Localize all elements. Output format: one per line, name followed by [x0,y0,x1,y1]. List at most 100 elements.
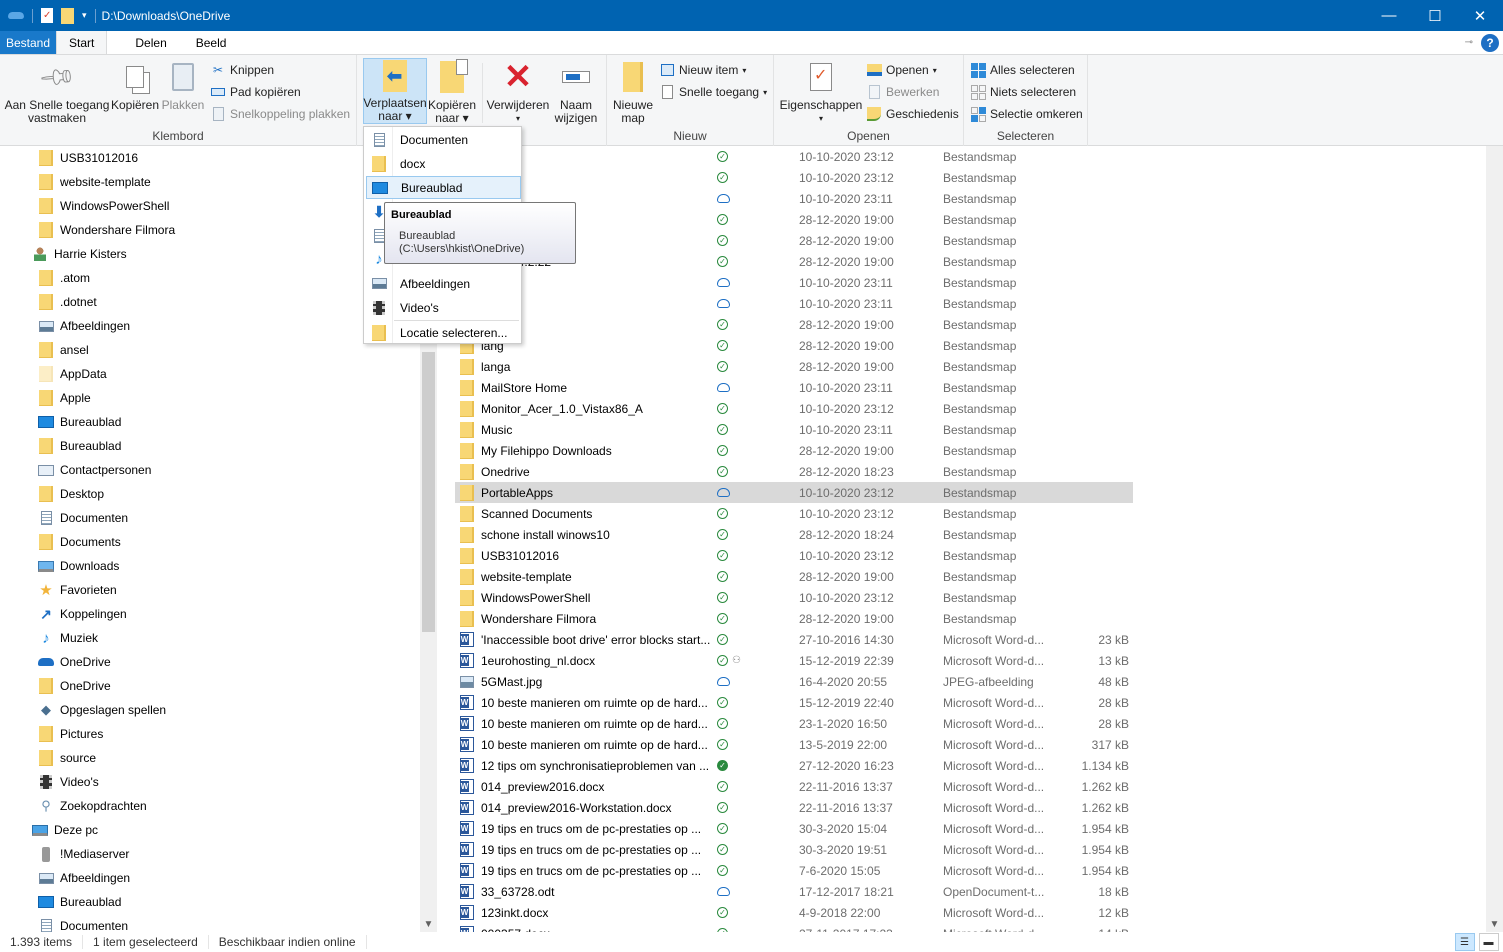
tab-beeld[interactable]: Beeld [182,31,241,54]
tab-start[interactable]: Start [56,31,108,54]
file-row[interactable]: USB31012016 ✓ 10-10-2020 23:12 Bestandsmap [455,545,1133,566]
file-row[interactable]: 10-10-2020 23:11 Bestandsmap [455,272,1133,293]
help-icon[interactable]: ? [1481,33,1499,52]
select-all-button[interactable]: Alles selecteren [970,60,1075,80]
file-list-scrollbar[interactable]: ▼ [1486,146,1503,932]
maximize-button[interactable]: ☐ [1412,0,1458,31]
file-row[interactable]: 014_preview2016.docx ✓ 22-11-2016 13:37 Mic… [455,776,1133,797]
paste-button[interactable]: Plakken [161,59,205,112]
file-row[interactable]: 10 beste manieren om ruimte op de hard..… [455,734,1133,755]
tab-delen[interactable]: Delen [107,31,181,54]
move-to-menu-item[interactable]: docx [366,152,521,175]
file-row[interactable]: ✓ 28-12-2020 19:00 Bestandsmap [455,314,1133,335]
file-row[interactable]: 123inkt.docx ✓ 4-9-2018 22:00 Microsoft Wor… [455,902,1133,923]
delete-dropdown-icon[interactable]: ▾ [516,112,520,125]
nav-item[interactable]: .dotnet [38,290,97,314]
move-to-menu-item[interactable]: Afbeeldingen [366,272,521,295]
file-row[interactable]: Music ✓ 10-10-2020 23:11 Bestandsmap [455,419,1133,440]
nav-item[interactable]: Contactpersonen [38,458,151,482]
nav-item[interactable]: ◆ Opgeslagen spellen [38,698,166,722]
nav-item[interactable]: !Mediaserver [38,842,129,866]
edit-button[interactable]: Bewerken [866,82,939,102]
cut-button[interactable]: ✂ Knippen [210,60,274,80]
file-row[interactable]: schone install winows10 ✓ 28-12-2020 18:24… [455,524,1133,545]
delete-button[interactable]: ✕ Verwijderen ▾ [485,59,551,125]
nav-item[interactable]: website-template [38,170,151,194]
move-to-menu-item[interactable]: Documenten [366,128,521,151]
properties-icon[interactable]: ✓ [41,8,53,23]
file-row[interactable]: 10 beste manieren om ruimte op de hard..… [455,692,1133,713]
file-row[interactable]: 5GMast.jpg 16-4-2020 20:55 JPEG-afbeelding… [455,671,1133,692]
file-row[interactable]: 10 beste manieren om ruimte op de hard..… [455,713,1133,734]
file-row[interactable]: ✓ 10-10-2020 23:12 Bestandsmap [455,167,1133,188]
nav-item[interactable]: Apple [38,386,91,410]
copy-button[interactable]: Kopiëren [110,59,160,112]
nav-item[interactable]: WindowsPowerShell [38,194,169,218]
nav-item[interactable]: source [38,746,96,770]
copy-path-button[interactable]: Pad kopiëren [210,82,301,102]
nav-item[interactable]: Bureaublad [38,890,121,914]
move-to-button[interactable]: ⬅ Verplaatsen naar ▾ [363,58,427,124]
nav-item[interactable]: Afbeeldingen [38,314,130,338]
move-to-menu-item[interactable]: Bureaublad [366,176,521,199]
file-row[interactable]: PortableApps 10-10-2020 23:12 Bestandsmap [455,482,1133,503]
new-folder-icon[interactable] [61,7,74,24]
rename-button[interactable]: Naam wijzigen [551,59,601,125]
nav-item[interactable]: Desktop [38,482,104,506]
file-row[interactable]: 19 tips en trucs om de pc-prestaties op … [455,818,1133,839]
file-row[interactable]: 1eurohosting_nl.docx✓⚇15-12-2019 22:39Mi… [455,650,1133,671]
file-row[interactable]: 'Inaccessible boot drive' error blocks s… [455,629,1133,650]
nav-item[interactable]: Pictures [38,722,103,746]
choose-location-item[interactable]: Locatie selecteren... [366,321,521,344]
new-item-button[interactable]: Nieuw item ▾ [659,60,746,80]
paste-shortcut-button[interactable]: Snelkoppeling plakken [210,104,350,124]
file-row[interactable]: ✓ 10-10-2020 23:12 Bestandsmap [455,146,1133,167]
file-row[interactable]: WindowsPowerShell ✓ 10-10-2020 23:12 Bestan… [455,587,1133,608]
nav-item[interactable]: Wondershare Filmora [38,218,175,242]
copy-to-button[interactable]: Kopiëren naar ▾ [427,59,477,125]
history-button[interactable]: Geschiedenis [866,104,959,124]
nav-item[interactable]: Downloads [38,554,119,578]
large-icons-view-button[interactable]: ▬ [1479,933,1499,951]
nav-item[interactable]: Documenten [38,506,128,530]
file-row[interactable]: Scanned Documents ✓ 10-10-2020 23:12 Bestan… [455,503,1133,524]
nav-item[interactable]: Documents [38,530,121,554]
nav-item[interactable]: ♪ Muziek [38,626,98,650]
file-row[interactable]: lang ✓ 28-12-2020 19:00 Bestandsmap [455,335,1133,356]
scroll-down-icon[interactable]: ▼ [420,919,437,930]
nav-item[interactable]: ↗ Koppelingen [38,602,127,626]
new-folder-button[interactable]: Nieuwe map [611,59,655,125]
nav-item[interactable]: AppData [38,362,107,386]
properties-button[interactable]: ✓ Eigenschappen ▾ [778,59,864,125]
nav-item[interactable]: OneDrive [38,674,111,698]
nav-item[interactable]: Afbeeldingen [38,866,130,890]
nav-item[interactable]: Documenten [38,914,128,932]
pin-ribbon-icon[interactable]: ⊸ [1465,37,1473,48]
nav-item[interactable]: ★ Favorieten [38,578,116,602]
details-view-button[interactable]: ☰ [1455,933,1480,951]
file-row[interactable]: 10-10-2020 23:11 Bestandsmap [455,293,1133,314]
nav-item[interactable]: Bureaublad [38,410,121,434]
pin-quick-access-button[interactable]: 📌︎ Aan Snelle toegang vastmaken [4,57,110,125]
easy-access-button[interactable]: Snelle toegang ▾ [659,82,767,102]
select-none-button[interactable]: Niets selecteren [970,82,1076,102]
nav-item[interactable]: Video's [38,770,99,794]
file-row[interactable]: 000357.docx✓27-11-2017 17:23Microsoft Wo… [455,923,1133,932]
open-button[interactable]: Openen ▾ [866,60,937,80]
nav-item[interactable]: Harrie Kisters [32,242,127,266]
tab-bestand[interactable]: Bestand [0,31,57,54]
nav-item[interactable]: OneDrive [38,650,111,674]
nav-item[interactable]: ⚲ Zoekopdrachten [38,794,147,818]
scroll-down-icon[interactable]: ▼ [1486,919,1503,930]
file-row[interactable]: Wondershare Filmora ✓ 28-12-2020 19:00 Best… [455,608,1133,629]
file-row[interactable]: 19 tips en trucs om de pc-prestaties op … [455,860,1133,881]
file-row[interactable]: langa ✓ 28-12-2020 19:00 Bestandsmap [455,356,1133,377]
nav-item[interactable]: USB31012016 [38,146,138,170]
customize-dropdown-icon[interactable]: ▾ [82,10,87,21]
close-button[interactable]: ✕ [1457,0,1503,31]
file-row[interactable]: website-template ✓ 28-12-2020 19:00 Bestand… [455,566,1133,587]
nav-scrollbar-thumb[interactable] [422,352,435,632]
file-row[interactable]: 19 tips en trucs om de pc-prestaties op … [455,839,1133,860]
invert-selection-button[interactable]: Selectie omkeren [970,104,1083,124]
nav-item[interactable]: .atom [38,266,90,290]
